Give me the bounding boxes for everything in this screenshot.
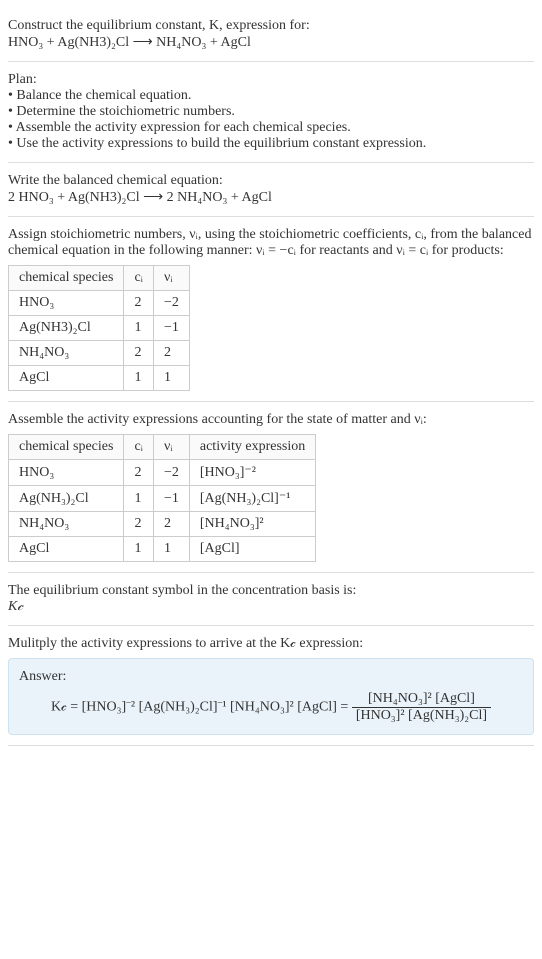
cell: 1 [124,486,154,512]
activity-table: chemical species cᵢ νᵢ activity expressi… [8,434,316,562]
cell: [Ag(NH₃)₂Cl]⁻¹ [189,486,315,512]
answer-box: Answer: K𝒸 = [HNO₃]⁻² [Ag(NH₃)₂Cl]⁻¹ [NH… [8,658,534,735]
cell: 1 [124,316,154,341]
table-header-row: chemical species cᵢ νᵢ activity expressi… [9,435,316,460]
col-header: chemical species [9,266,124,291]
col-header: cᵢ [124,266,154,291]
table-row: NH₄NO₃ 2 2 [9,341,190,366]
balanced-heading: Write the balanced chemical equation: [8,173,534,189]
col-header: activity expression [189,435,315,460]
balanced-section: Write the balanced chemical equation: 2 … [8,163,534,217]
answer-label: Answer: [19,669,523,685]
stoich-table: chemical species cᵢ νᵢ HNO₃ 2 −2 Ag(NH3)… [8,265,190,391]
fraction-denominator: [HNO₃]² [Ag(NH₃)₂Cl] [352,708,491,724]
cell: 1 [124,366,154,391]
activity-section: Assemble the activity expressions accoun… [8,402,534,573]
table-header-row: chemical species cᵢ νᵢ [9,266,190,291]
cell: 2 [153,512,189,537]
col-header: νᵢ [153,435,189,460]
unbalanced-equation: HNO₃ + Ag(NH3)₂Cl ⟶ NH₄NO₃ + AgCl [8,34,534,51]
balanced-equation: 2 HNO₃ + Ag(NH3)₂Cl ⟶ 2 NH₄NO₃ + AgCl [8,189,534,206]
plan-item: • Determine the stoichiometric numbers. [8,104,534,120]
cell: NH₄NO₃ [9,512,124,537]
cell: 2 [124,512,154,537]
table-row: AgCl 1 1 [9,366,190,391]
answer-lhs: K𝒸 = [HNO₃]⁻² [Ag(NH₃)₂Cl]⁻¹ [NH₄NO₃]² [… [51,700,352,715]
cell: −2 [153,291,189,316]
table-row: AgCl 1 1 [AgCl] [9,537,316,562]
fraction-numerator: [NH₄NO₃]² [AgCl] [352,691,491,708]
cell: Ag(NH3)₂Cl [9,316,124,341]
answer-fraction: [NH₄NO₃]² [AgCl] [HNO₃]² [Ag(NH₃)₂Cl] [352,691,491,724]
title: Construct the equilibrium constant, K, e… [8,18,534,34]
stoich-section: Assign stoichiometric numbers, νᵢ, using… [8,217,534,402]
cell: AgCl [9,366,124,391]
cell: AgCl [9,537,124,562]
cell: 1 [153,537,189,562]
plan-item: • Balance the chemical equation. [8,88,534,104]
table-row: HNO₃ 2 −2 [HNO₃]⁻² [9,460,316,486]
cell: −1 [153,316,189,341]
plan-section: Plan: • Balance the chemical equation. •… [8,62,534,163]
col-header: νᵢ [153,266,189,291]
cell: [HNO₃]⁻² [189,460,315,486]
plan-item: • Use the activity expressions to build … [8,136,534,152]
cell: HNO₃ [9,460,124,486]
activity-heading: Assemble the activity expressions accoun… [8,412,534,428]
cell: Ag(NH₃)₂Cl [9,486,124,512]
table-row: HNO₃ 2 −2 [9,291,190,316]
col-header: chemical species [9,435,124,460]
plan-heading: Plan: [8,72,534,88]
table-row: Ag(NH₃)₂Cl 1 −1 [Ag(NH₃)₂Cl]⁻¹ [9,486,316,512]
cell: [AgCl] [189,537,315,562]
cell: 2 [124,460,154,486]
cell: 2 [124,341,154,366]
symbol-section: The equilibrium constant symbol in the c… [8,573,534,626]
table-row: NH₄NO₃ 2 2 [NH₄NO₃]² [9,512,316,537]
cell: 2 [153,341,189,366]
multiply-heading: Mulitply the activity expressions to arr… [8,636,534,652]
stoich-heading: Assign stoichiometric numbers, νᵢ, using… [8,227,534,259]
col-header: cᵢ [124,435,154,460]
cell: [NH₄NO₃]² [189,512,315,537]
cell: 1 [124,537,154,562]
cell: −1 [153,486,189,512]
multiply-section: Mulitply the activity expressions to arr… [8,626,534,746]
cell: 1 [153,366,189,391]
cell: NH₄NO₃ [9,341,124,366]
plan-item: • Assemble the activity expression for e… [8,120,534,136]
cell: 2 [124,291,154,316]
answer-expression: K𝒸 = [HNO₃]⁻² [Ag(NH₃)₂Cl]⁻¹ [NH₄NO₃]² [… [19,691,523,724]
table-row: Ag(NH3)₂Cl 1 −1 [9,316,190,341]
header-section: Construct the equilibrium constant, K, e… [8,8,534,62]
symbol-value: K𝒸 [8,599,534,615]
cell: −2 [153,460,189,486]
cell: HNO₃ [9,291,124,316]
symbol-heading: The equilibrium constant symbol in the c… [8,583,534,599]
